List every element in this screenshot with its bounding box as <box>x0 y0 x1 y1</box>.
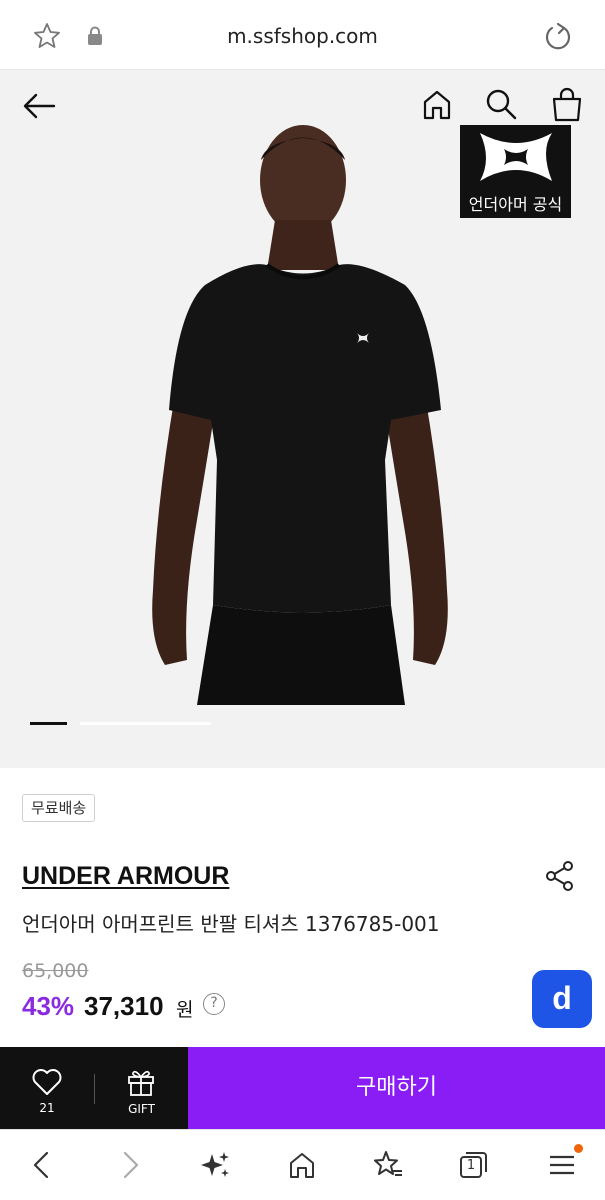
sparkle-icon[interactable] <box>199 1149 231 1181</box>
wishlist-button[interactable]: 21 <box>0 1047 94 1129</box>
free-shipping-tag: 무료배송 <box>22 794 96 822</box>
url-text[interactable]: m.ssfshop.com <box>0 24 605 48</box>
chevron-left-icon[interactable] <box>26 1149 58 1181</box>
price-help-icon[interactable]: ? <box>203 993 225 1015</box>
heart-icon <box>32 1069 62 1095</box>
purchase-bar: 21 GIFT 구매하기 <box>0 1047 605 1129</box>
browser-toolbar: 1 <box>0 1129 605 1200</box>
home-icon[interactable] <box>286 1149 318 1181</box>
share-icon[interactable] <box>544 860 576 892</box>
shopping-bag-icon[interactable] <box>550 86 584 122</box>
brand-official-badge: 언더아머 공식 <box>460 125 571 218</box>
wishlist-count: 21 <box>39 1101 55 1115</box>
browser-url-bar: m.ssfshop.com <box>0 0 605 70</box>
notification-dot <box>574 1144 583 1153</box>
brand-link[interactable]: UNDER ARMOUR <box>22 862 229 891</box>
floating-d-button[interactable]: d <box>532 970 592 1028</box>
menu-icon[interactable] <box>546 1149 578 1181</box>
tabs-button[interactable]: 1 <box>457 1149 489 1181</box>
product-image-carousel[interactable]: 언더아머 공식 <box>0 70 605 768</box>
favorites-icon[interactable] <box>372 1149 404 1181</box>
badge-text: 언더아머 공식 <box>468 195 563 214</box>
gift-button[interactable]: GIFT <box>95 1047 188 1129</box>
carousel-indicator-track <box>80 722 211 725</box>
reload-icon[interactable] <box>542 21 574 53</box>
product-name: 언더아머 아머프린트 반팔 티셔츠 1376785-001 <box>22 912 440 936</box>
gift-label: GIFT <box>128 1102 155 1116</box>
back-arrow-icon[interactable] <box>22 90 58 122</box>
discount-rate: 43% <box>22 991 75 1021</box>
chevron-right-icon[interactable] <box>114 1149 146 1181</box>
product-photo <box>152 125 448 705</box>
carousel-indicator-active <box>30 722 67 725</box>
sale-price: 37,310 <box>84 991 164 1021</box>
original-price: 65,000 <box>22 960 89 982</box>
home-icon[interactable] <box>420 88 454 122</box>
buy-button[interactable]: 구매하기 <box>188 1047 605 1129</box>
tabs-count: 1 <box>466 1158 476 1173</box>
under-armour-logo <box>480 133 552 181</box>
gift-icon <box>128 1070 154 1096</box>
currency-label: 원 <box>176 999 194 1021</box>
search-icon[interactable] <box>484 87 518 121</box>
